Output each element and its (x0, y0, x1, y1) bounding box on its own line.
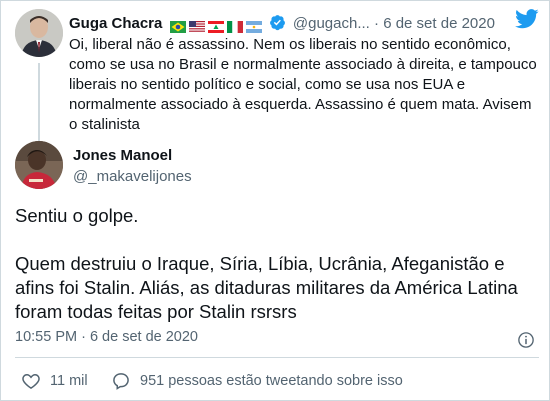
tweet-card: Guga Chacra @gugach... · 6 de set de 202… (0, 0, 550, 401)
italy-flag-icon (226, 20, 243, 34)
verified-badge-icon (269, 15, 285, 31)
speech-bubble-icon (113, 373, 129, 390)
parent-tweet-text: Oi, liberal não é assassino. Nem os libe… (69, 36, 537, 133)
heart-icon (22, 373, 40, 389)
main-handle[interactable]: @_makavelijones (73, 168, 192, 185)
tweet-paragraph: Sentiu o golpe. (15, 205, 139, 226)
avatar-guga-chacra[interactable] (15, 9, 63, 57)
parent-tweet[interactable]: Guga Chacra @gugach... · 6 de set de 202… (15, 9, 539, 145)
tweet-timestamp[interactable]: 10:55 PM · 6 de set de 2020 (15, 329, 198, 345)
info-icon[interactable] (517, 331, 535, 349)
divider (15, 357, 539, 358)
brazil-flag-icon (169, 20, 186, 34)
parent-tweet-header: Guga Chacra @gugach... · 6 de set de 202… (69, 14, 539, 34)
avatar-portrait-icon (15, 141, 63, 189)
like-count: 11 mil (50, 373, 88, 389)
lebanon-flag-icon (207, 20, 224, 34)
tweet-meta: 10:55 PM · 6 de set de 2020 (15, 329, 539, 351)
like-button[interactable]: 11 mil (21, 369, 88, 393)
argentina-flag-icon (245, 20, 262, 34)
header-separator: · (374, 15, 380, 32)
main-author-name[interactable]: Jones Manoel (73, 147, 172, 164)
twitter-bird-icon[interactable] (515, 9, 539, 29)
conversation-text: 951 pessoas estão tweetando sobre isso (140, 373, 403, 389)
parent-date[interactable]: 6 de set de 2020 (383, 15, 495, 32)
avatar-jones-manoel[interactable] (15, 141, 63, 189)
main-tweet-header: Jones Manoel @_makavelijones (15, 141, 539, 191)
conversation-link[interactable]: 951 pessoas estão tweetando sobre isso (111, 369, 403, 393)
thread-connector (38, 63, 40, 145)
usa-flag-icon (188, 20, 205, 34)
avatar-portrait-icon (15, 9, 63, 57)
tweet-actions: 11 mil 951 pessoas estão tweetando sobre… (15, 369, 539, 393)
parent-handle[interactable]: @gugach... (293, 15, 370, 32)
author-flags (169, 17, 265, 34)
tweet-paragraph: Quem destruiu o Iraque, Síria, Líbia, Uc… (15, 253, 518, 322)
main-tweet-text: Sentiu o golpe. Quem destruiu o Iraque, … (15, 204, 539, 324)
parent-author-name[interactable]: Guga Chacra (69, 15, 162, 32)
